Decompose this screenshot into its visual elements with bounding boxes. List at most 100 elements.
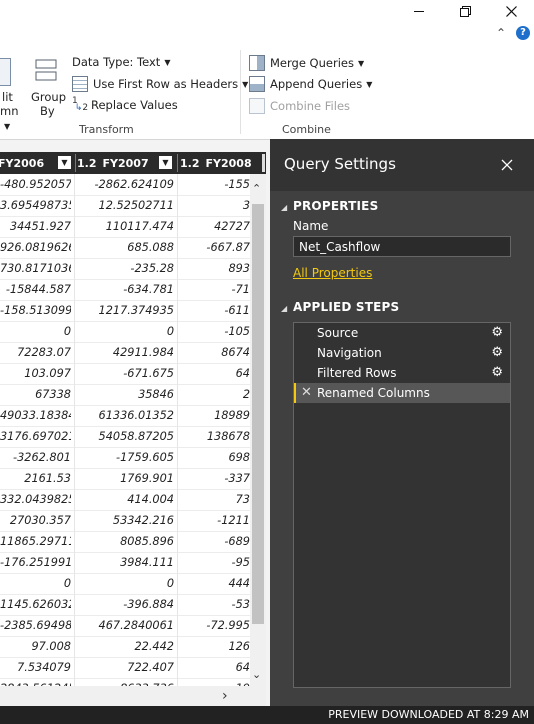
filter-dropdown-icon[interactable]: ▼ <box>58 156 71 169</box>
table-cell[interactable]: 53342.216 <box>77 510 174 531</box>
table-cell[interactable]: 926.0819626 <box>0 237 71 258</box>
table-cell[interactable]: 110117.474 <box>77 216 174 237</box>
table-cell[interactable]: -105 <box>180 321 250 342</box>
collapse-triangle-icon[interactable]: ◢ <box>281 203 287 212</box>
table-cell[interactable]: 2161.53 <box>0 468 71 489</box>
table-cell[interactable]: 11865.29711 <box>0 531 71 552</box>
scroll-up-icon[interactable]: ⌃ <box>252 182 261 195</box>
table-cell[interactable]: -72.995 <box>180 615 250 636</box>
merge-queries-button[interactable]: Merge Queries ▼ <box>249 55 364 71</box>
table-cell[interactable]: 126 <box>180 636 250 657</box>
table-cell[interactable]: 34451.927 <box>0 216 71 237</box>
step-source[interactable]: Source ⚙ <box>294 323 510 343</box>
table-cell[interactable]: 8085.896 <box>77 531 174 552</box>
table-cell[interactable]: 35846 <box>77 384 174 405</box>
table-cell[interactable]: -1759.605 <box>77 447 174 468</box>
table-cell[interactable]: 7.534079 <box>0 657 71 678</box>
table-cell[interactable]: 61336.01352 <box>77 405 174 426</box>
table-cell[interactable]: 1769.901 <box>77 468 174 489</box>
query-name-input[interactable] <box>293 236 511 257</box>
table-cell[interactable]: -53 <box>180 594 250 615</box>
table-cell[interactable]: 18989 <box>180 405 250 426</box>
all-properties-link[interactable]: All Properties <box>293 266 372 280</box>
scroll-right-icon[interactable]: › <box>222 688 228 704</box>
gear-icon[interactable]: ⚙ <box>491 323 503 343</box>
gear-icon[interactable]: ⚙ <box>491 363 503 383</box>
table-cell[interactable]: -396.884 <box>77 594 174 615</box>
group-by-button[interactable]: Group By <box>30 56 66 118</box>
table-cell[interactable]: 64 <box>180 657 250 678</box>
table-cell[interactable]: -634.781 <box>77 279 174 300</box>
table-cell[interactable]: 3984.111 <box>77 552 174 573</box>
minimize-button[interactable] <box>396 0 442 22</box>
delete-step-icon[interactable]: ✕ <box>301 383 312 403</box>
table-cell[interactable]: 332.0439825 <box>0 489 71 510</box>
table-cell[interactable]: 722.407 <box>77 657 174 678</box>
append-queries-button[interactable]: Append Queries ▼ <box>249 76 372 92</box>
gear-icon[interactable]: ⚙ <box>491 343 503 363</box>
table-cell[interactable]: 73 <box>180 489 250 510</box>
table-cell[interactable]: 54058.87205 <box>77 426 174 447</box>
table-cell[interactable]: 1145.626032 <box>0 594 71 615</box>
table-cell[interactable]: -95 <box>180 552 250 573</box>
table-cell[interactable]: -235.28 <box>77 258 174 279</box>
collapse-triangle-icon[interactable]: ◢ <box>281 304 287 313</box>
table-cell[interactable]: -71 <box>180 279 250 300</box>
column-header-fy2008[interactable]: 1.2 FY2008 <box>180 152 266 174</box>
table-cell[interactable]: 1217.374935 <box>77 300 174 321</box>
column-header-fy2006[interactable]: FY2006 ▼ <box>0 152 75 174</box>
table-cell[interactable]: -667.87 <box>180 237 250 258</box>
split-column-button[interactable]: lit mn ▼ <box>0 56 28 131</box>
close-window-button[interactable] <box>488 0 534 22</box>
step-filtered-rows[interactable]: Filtered Rows ⚙ <box>294 363 510 383</box>
table-cell[interactable]: 103.097 <box>0 363 71 384</box>
table-cell[interactable]: 444 <box>180 573 250 594</box>
scrollbar-thumb[interactable] <box>252 204 264 624</box>
table-cell[interactable]: -611 <box>180 300 250 321</box>
table-cell[interactable]: 730.8171036 <box>0 258 71 279</box>
table-cell[interactable]: -2385.694988 <box>0 615 71 636</box>
help-icon[interactable]: ? <box>516 26 530 40</box>
table-cell[interactable]: 0 <box>0 321 71 342</box>
table-cell[interactable]: 0 <box>77 573 174 594</box>
table-cell[interactable]: -671.675 <box>77 363 174 384</box>
collapse-ribbon-icon[interactable]: ⌃ <box>496 26 506 40</box>
table-cell[interactable]: 138678 <box>180 426 250 447</box>
replace-values-button[interactable]: 1 ↳2 Replace Values <box>72 97 178 113</box>
table-cell[interactable]: 64 <box>180 363 250 384</box>
table-cell[interactable]: 0 <box>77 321 174 342</box>
table-cell[interactable]: -3262.801 <box>0 447 71 468</box>
table-cell[interactable]: -337 <box>180 468 250 489</box>
table-cell[interactable]: 0 <box>0 573 71 594</box>
table-cell[interactable]: -15844.587 <box>0 279 71 300</box>
table-cell[interactable]: 3.695498735 <box>0 195 71 216</box>
vertical-scrollbar[interactable]: ⌃ ⌄ <box>250 174 266 686</box>
table-cell[interactable]: 97.008 <box>0 636 71 657</box>
table-cell[interactable]: 2 <box>180 384 250 405</box>
table-cell[interactable]: -176.2519913 <box>0 552 71 573</box>
data-type-dropdown[interactable]: Data Type: Text ▼ <box>72 55 170 69</box>
table-cell[interactable]: -158.5130997 <box>0 300 71 321</box>
table-cell[interactable]: -2862.624109 <box>77 174 174 195</box>
table-cell[interactable]: 414.004 <box>77 489 174 510</box>
scroll-down-icon[interactable]: ⌄ <box>252 668 261 681</box>
table-cell[interactable]: 72283.07 <box>0 342 71 363</box>
table-cell[interactable]: 49033.18384 <box>0 405 71 426</box>
table-cell[interactable]: 42911.984 <box>77 342 174 363</box>
restore-button[interactable] <box>442 0 488 22</box>
table-cell[interactable]: -689 <box>180 531 250 552</box>
table-cell[interactable]: 12.52502711 <box>77 195 174 216</box>
table-cell[interactable]: 467.2840061 <box>77 615 174 636</box>
step-renamed-columns[interactable]: ✕ Renamed Columns <box>294 383 510 403</box>
table-cell[interactable]: 67338 <box>0 384 71 405</box>
data-grid[interactable]: FY2006 ▼ 1.2 FY2007 ▼ 1.2 FY2008 -480.95… <box>0 152 266 706</box>
table-cell[interactable]: 22.442 <box>77 636 174 657</box>
table-cell[interactable]: 42727 <box>180 216 250 237</box>
table-cell[interactable]: 27030.357 <box>0 510 71 531</box>
table-cell[interactable]: 3176.697021 <box>0 426 71 447</box>
table-cell[interactable]: -480.9520574 <box>0 174 71 195</box>
table-cell[interactable]: 698 <box>180 447 250 468</box>
filter-dropdown-icon[interactable]: ▼ <box>159 156 172 169</box>
decimal-type-icon[interactable]: 1.2 <box>180 157 200 170</box>
column-header-fy2007[interactable]: 1.2 FY2007 ▼ <box>77 152 177 174</box>
